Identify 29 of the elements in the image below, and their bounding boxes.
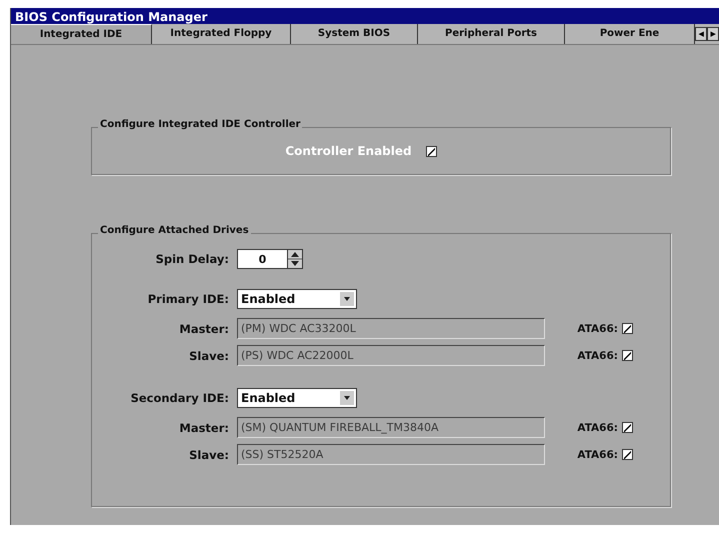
dropdown[interactable]: Enabled — [237, 388, 357, 408]
window-title: BIOS Configuration Manager — [11, 8, 719, 24]
field-label: Secondary IDE: — [130, 391, 230, 405]
checkbox-label: Controller Enabled — [285, 144, 412, 158]
readonly-field: (SM) QUANTUM FIREBALL_TM3840A — [237, 417, 545, 438]
field-label: Master: — [178, 420, 230, 434]
checkbox-label: ATA66: — [576, 422, 619, 434]
readonly-field: (SS) ST52520A — [237, 444, 545, 465]
dropdown[interactable]: Enabled — [237, 289, 357, 309]
spin-field[interactable]: 0 — [237, 249, 287, 269]
checkbox[interactable] — [426, 146, 437, 156]
field-label: Spin Delay: — [154, 252, 230, 266]
group-title: Configure Attached Drives — [98, 225, 251, 236]
tab[interactable]: Integrated IDE — [11, 24, 152, 44]
spinner-arrows-icon[interactable] — [287, 249, 303, 269]
readonly-field: (PS) WDC AC22000L — [237, 345, 545, 366]
checkbox[interactable] — [622, 449, 633, 460]
checkbox[interactable] — [622, 323, 633, 334]
checkbox-label: ATA66: — [576, 322, 619, 334]
field-label: Primary IDE: — [146, 292, 230, 306]
field-label: Slave: — [188, 448, 230, 462]
checkbox[interactable] — [622, 350, 633, 361]
checkbox-label: ATA66: — [576, 448, 619, 460]
checkbox-label: ATA66: — [576, 350, 619, 362]
group-title: Configure Integrated IDE Controller — [98, 119, 302, 130]
readonly-field: (PM) WDC AC33200L — [237, 318, 545, 339]
field-label: Master: — [178, 322, 230, 336]
checkbox[interactable] — [622, 422, 633, 433]
field-label: Slave: — [188, 348, 230, 362]
